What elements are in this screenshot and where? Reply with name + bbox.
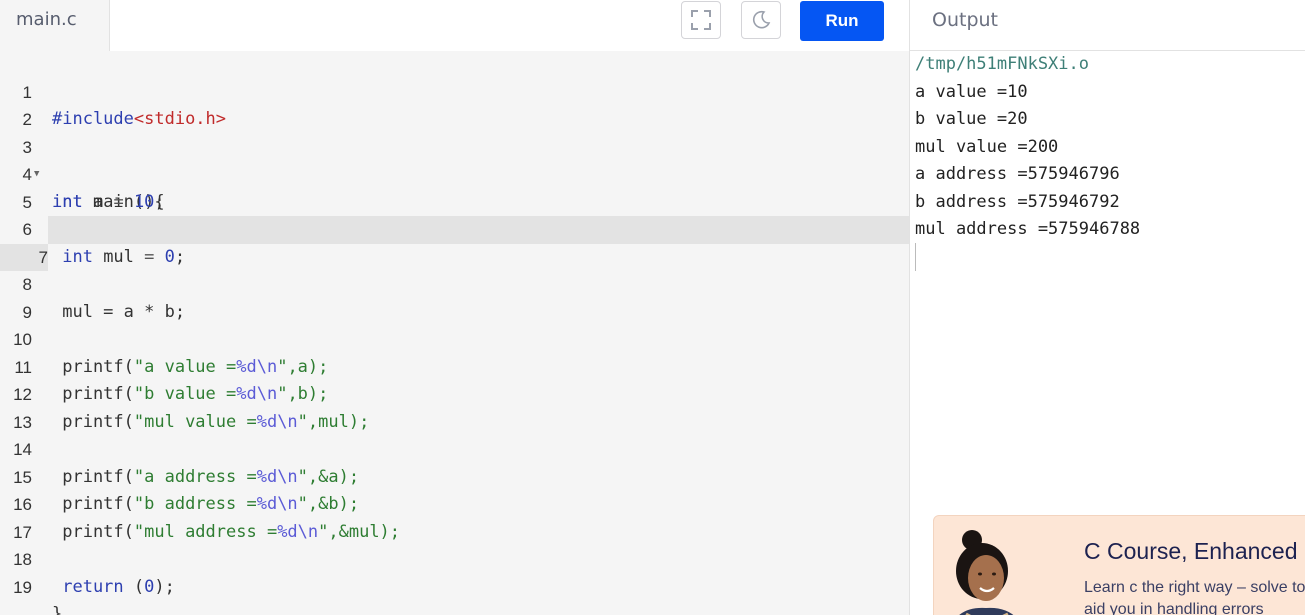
code-text: return (0); xyxy=(52,576,175,597)
code-line: 18 return (0); xyxy=(0,519,910,597)
promo-text: Learn c the right way – solve to aid you… xyxy=(1084,579,1305,615)
code-line: 17 xyxy=(0,491,910,542)
toolbar-background xyxy=(110,0,910,50)
code-text: } xyxy=(52,604,63,615)
code-line: 2 xyxy=(0,79,910,129)
code-line: 16 printf("mul address =%d\n",&mul); xyxy=(0,464,910,542)
output-line: b value =20 xyxy=(915,109,1028,129)
output-line: mul address =575946788 xyxy=(915,219,1141,239)
output-line: b address =575946792 xyxy=(915,191,1120,212)
code-line: 1 #include<stdio.h> xyxy=(0,51,910,130)
code-line: 5 int b = 20; xyxy=(0,161,910,240)
output-line: a address =575946796 xyxy=(915,164,1120,184)
code-line: 12 printf("mul value =%d\n",mul); xyxy=(0,354,910,432)
code-line: 4 int a = 10; xyxy=(0,134,910,212)
code-line: 9 xyxy=(0,271,910,322)
run-button[interactable]: Run xyxy=(800,1,884,41)
output-header: Output xyxy=(910,0,1305,51)
code-line: 3 ▼ int main(){ xyxy=(0,106,910,212)
moon-icon xyxy=(753,10,771,29)
promo-title: C Course, Enhanced xyxy=(1084,538,1298,564)
pane-divider[interactable] xyxy=(909,0,910,615)
file-tab-label: main.c xyxy=(16,9,77,30)
fullscreen-icon xyxy=(691,10,711,30)
code-line: 14 printf("a address =%d\n",&a); xyxy=(0,409,910,487)
console-cursor xyxy=(915,243,916,271)
instructor-avatar xyxy=(956,530,1014,615)
output-console[interactable]: /tmp/h51mFNkSXi.o a value =10 b value =2… xyxy=(915,51,1305,244)
file-tab-main-c[interactable]: main.c xyxy=(0,0,110,51)
output-title: Output xyxy=(932,9,998,31)
code-line: 8 mul = a * b; xyxy=(0,244,910,322)
fullscreen-button[interactable] xyxy=(681,1,721,39)
output-line: mul value =200 xyxy=(915,136,1059,157)
active-code-line: 7 xyxy=(0,216,910,271)
course-promo-card[interactable]: C Course, Enhanced Learn c the right way… xyxy=(933,515,1305,615)
output-path: /tmp/h51mFNkSXi.o xyxy=(915,54,1089,74)
line-number: 6 xyxy=(22,220,32,239)
output-line: a value =10 xyxy=(915,81,1028,102)
code-line: 15 printf("b address =%d\n",&b); xyxy=(0,436,910,515)
theme-toggle-button[interactable] xyxy=(741,1,781,39)
code-line: 6 int mul = 0; xyxy=(0,189,910,267)
code-line: 11 printf("b value =%d\n",b); xyxy=(0,326,910,405)
code-line: 13 xyxy=(0,381,910,432)
line-number: 19 xyxy=(13,577,32,597)
code-editor[interactable]: 1 #include<stdio.h> 2 3 ▼ int main(){ 4 … xyxy=(0,51,910,615)
code-line: 10 printf("a value =%d\n",a); xyxy=(0,299,910,377)
code-line: 19 } xyxy=(0,546,910,615)
